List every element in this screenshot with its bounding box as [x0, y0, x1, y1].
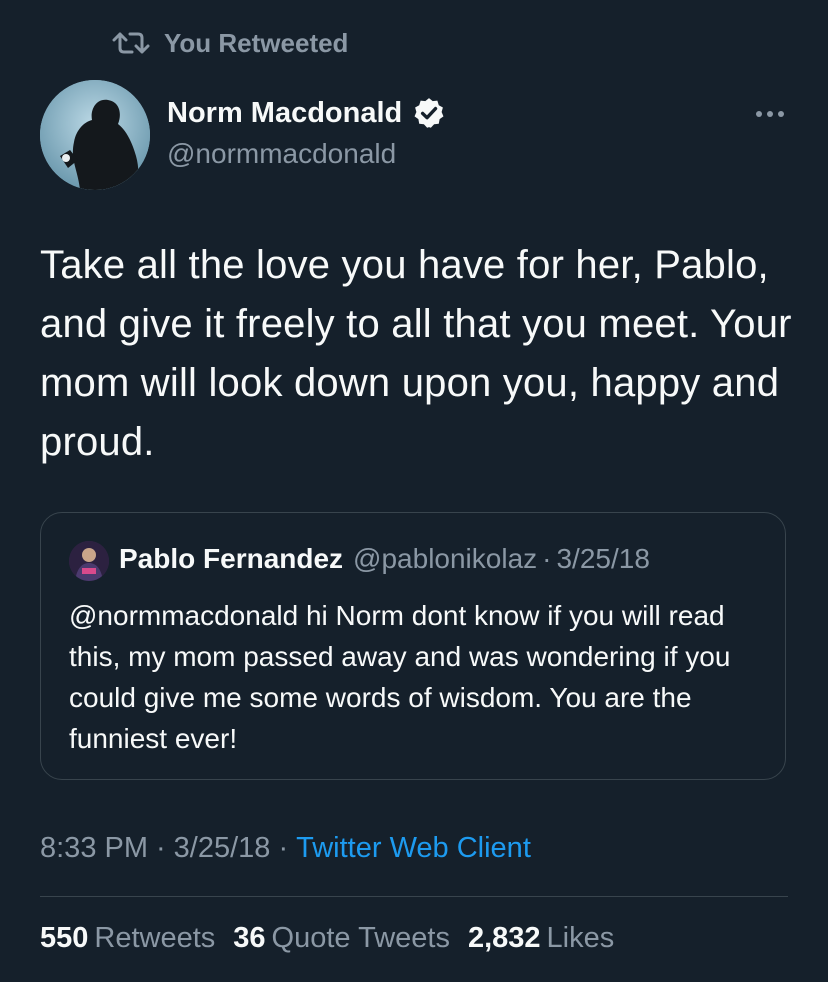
author-handle[interactable]: @normmacdonald [167, 138, 396, 170]
retweets-stat[interactable]: 550 Retweets [40, 922, 215, 955]
author-name-row[interactable]: Norm Macdonald [167, 96, 446, 130]
quoted-author-name[interactable]: Pablo Fernandez [119, 543, 343, 575]
retweets-count: 550 [40, 922, 89, 954]
client-link[interactable]: Twitter Web Client [296, 832, 531, 864]
divider [40, 896, 788, 897]
quoted-tweet-card[interactable]: Pablo Fernandez @pablonikolaz · 3/25/18 … [40, 512, 786, 780]
meta-separator-2: · [278, 832, 289, 864]
quoted-separator: · [542, 543, 552, 574]
tweet-meta: 8:33 PM · 3/25/18 · Twitter Web Client [40, 832, 531, 865]
retweet-icon [112, 32, 150, 54]
quoted-author-handle[interactable]: @pablonikolaz [353, 543, 537, 575]
quote-tweets-count: 36 [233, 922, 266, 954]
author-name[interactable]: Norm Macdonald [167, 97, 402, 130]
tweet-time[interactable]: 8:33 PM [40, 832, 148, 864]
likes-count: 2,832 [467, 922, 541, 954]
more-options-icon[interactable] [750, 104, 790, 124]
quoted-tweet-text: @normmacdonald hi Norm dont know if you … [69, 600, 731, 754]
engagement-stats: 550 Retweets 36 Quote Tweets 2,832 Likes [40, 922, 614, 955]
author-avatar[interactable] [40, 80, 150, 190]
quoted-tweet-header: Pablo Fernandez @pablonikolaz · 3/25/18 [119, 543, 650, 575]
quote-tweets-label: Quote Tweets [271, 922, 450, 954]
likes-label: Likes [546, 922, 615, 954]
retweet-label: You Retweeted [164, 27, 349, 58]
quote-tweets-stat[interactable]: 36 Quote Tweets [233, 922, 450, 955]
retweet-banner: You Retweeted [112, 28, 348, 58]
retweets-label: Retweets [94, 922, 216, 954]
verified-badge-icon [414, 98, 444, 128]
meta-separator: · [156, 832, 166, 864]
quoted-author-avatar[interactable] [69, 541, 109, 581]
tweet-date[interactable]: 3/25/18 [174, 832, 271, 864]
tweet-text: Take all the love you have for her, Pabl… [40, 243, 792, 464]
likes-stat[interactable]: 2,832 Likes [468, 922, 614, 955]
quoted-date[interactable]: 3/25/18 [556, 543, 649, 575]
